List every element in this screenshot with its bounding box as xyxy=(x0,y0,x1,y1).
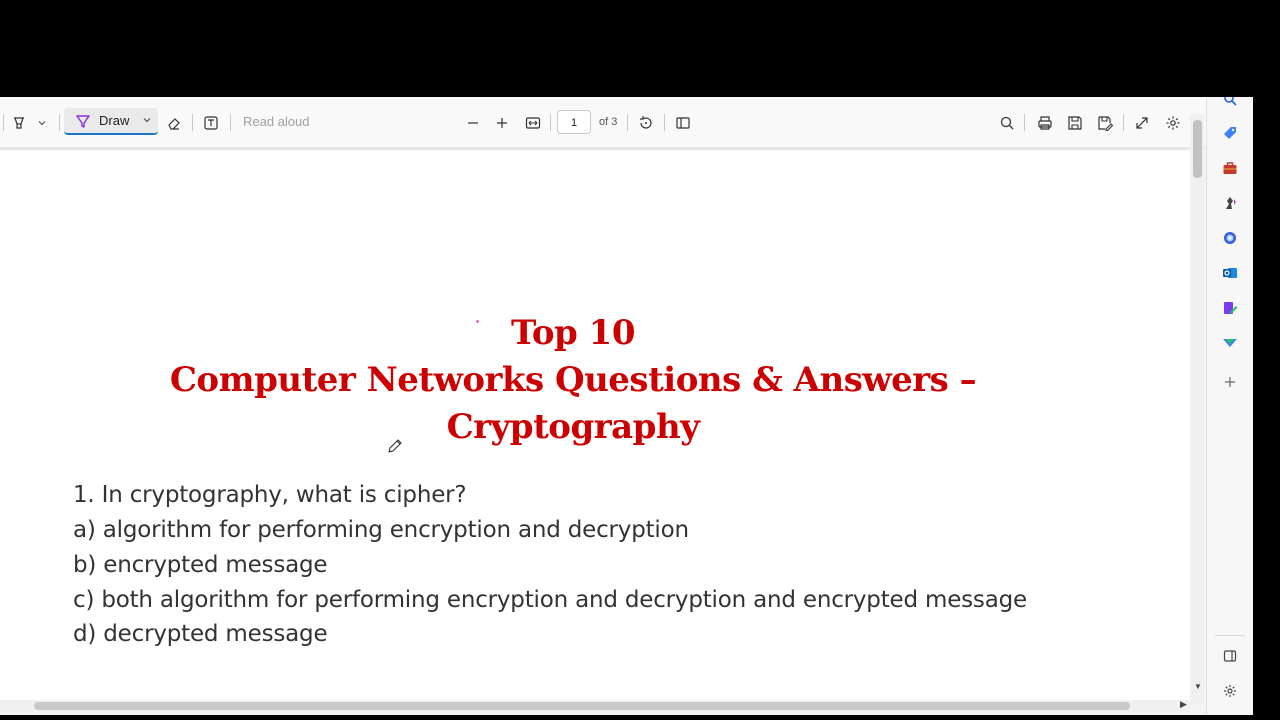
toolbar-separator xyxy=(192,114,193,131)
vertical-scrollbar[interactable] xyxy=(1190,114,1204,704)
option-b: b) encrypted message xyxy=(73,552,328,578)
browser-sidebar xyxy=(1206,97,1253,715)
toolbar-separator xyxy=(664,114,665,131)
page-title-line2: Computer Networks Questions & Answers – xyxy=(169,360,977,400)
scroll-down-arrow-icon[interactable]: ▼ xyxy=(1194,682,1202,691)
page-title-line3: Cryptography xyxy=(446,407,700,447)
settings-icon[interactable] xyxy=(1222,683,1238,699)
rotate-icon[interactable] xyxy=(636,112,656,134)
page-number-input[interactable]: 1 xyxy=(557,110,591,134)
fit-width-icon[interactable] xyxy=(523,112,543,134)
pencil-cursor-icon xyxy=(386,437,404,460)
pdf-viewer-window: Draw Read aloud 1 of 3 Top 10 Computer N… xyxy=(0,97,1253,715)
vertical-scroll-thumb[interactable] xyxy=(1193,120,1202,178)
briefcase-icon[interactable] xyxy=(1222,160,1238,176)
toolbar-separator xyxy=(230,114,231,131)
horizontal-scroll-thumb[interactable] xyxy=(34,702,1130,710)
toolbar-separator xyxy=(3,114,4,131)
page-view-icon[interactable] xyxy=(673,112,693,134)
settings-icon[interactable] xyxy=(1163,112,1183,134)
toolbar-separator xyxy=(627,114,628,131)
option-a: a) algorithm for performing encryption a… xyxy=(73,517,689,543)
toolbar-separator xyxy=(1123,114,1124,131)
outlook-icon[interactable] xyxy=(1222,265,1238,281)
option-c: c) both algorithm for performing encrypt… xyxy=(73,587,1027,613)
add-icon[interactable] xyxy=(1222,374,1238,390)
read-aloud-button[interactable]: Read aloud xyxy=(243,114,310,129)
highlight-icon[interactable] xyxy=(9,112,29,134)
drop-icon[interactable] xyxy=(1222,335,1238,351)
games-icon[interactable] xyxy=(1222,195,1238,211)
fullscreen-icon[interactable] xyxy=(1132,112,1152,134)
zoom-out-icon[interactable] xyxy=(463,112,483,134)
save-icon[interactable] xyxy=(1065,112,1085,134)
chevron-down-icon[interactable] xyxy=(142,112,152,130)
chevron-down-icon[interactable] xyxy=(35,112,49,134)
sidebar-separator xyxy=(1215,635,1245,636)
draw-label: Draw xyxy=(99,113,130,128)
copilot-icon[interactable] xyxy=(1222,230,1238,246)
toolbar-separator xyxy=(1024,114,1025,131)
save-as-icon[interactable] xyxy=(1095,112,1115,134)
pen-icon[interactable] xyxy=(1222,300,1238,316)
option-d: d) decrypted message xyxy=(73,621,328,647)
zoom-in-icon[interactable] xyxy=(492,112,512,134)
search-icon[interactable] xyxy=(997,112,1017,134)
pdf-toolbar: Draw Read aloud 1 of 3 xyxy=(0,97,1206,148)
search-icon[interactable] xyxy=(1222,97,1238,107)
tag-icon[interactable] xyxy=(1222,125,1238,141)
draw-button[interactable]: Draw xyxy=(64,108,158,135)
page-total-label: of 3 xyxy=(599,116,618,128)
draw-icon xyxy=(75,113,91,129)
toolbar-separator xyxy=(59,114,60,131)
text-box-icon[interactable] xyxy=(201,112,221,134)
sidebar-toggle-icon[interactable] xyxy=(1222,648,1238,664)
question-text: 1. In cryptography, what is cipher? xyxy=(73,482,467,508)
eraser-icon[interactable] xyxy=(164,112,184,134)
toolbar-separator xyxy=(550,114,551,131)
print-icon[interactable] xyxy=(1035,112,1055,134)
page-title-line1: Top 10 xyxy=(510,313,636,353)
pdf-page: Top 10 Computer Networks Questions & Ans… xyxy=(0,150,1190,700)
scroll-right-arrow-icon[interactable]: ▶ xyxy=(1180,699,1187,710)
